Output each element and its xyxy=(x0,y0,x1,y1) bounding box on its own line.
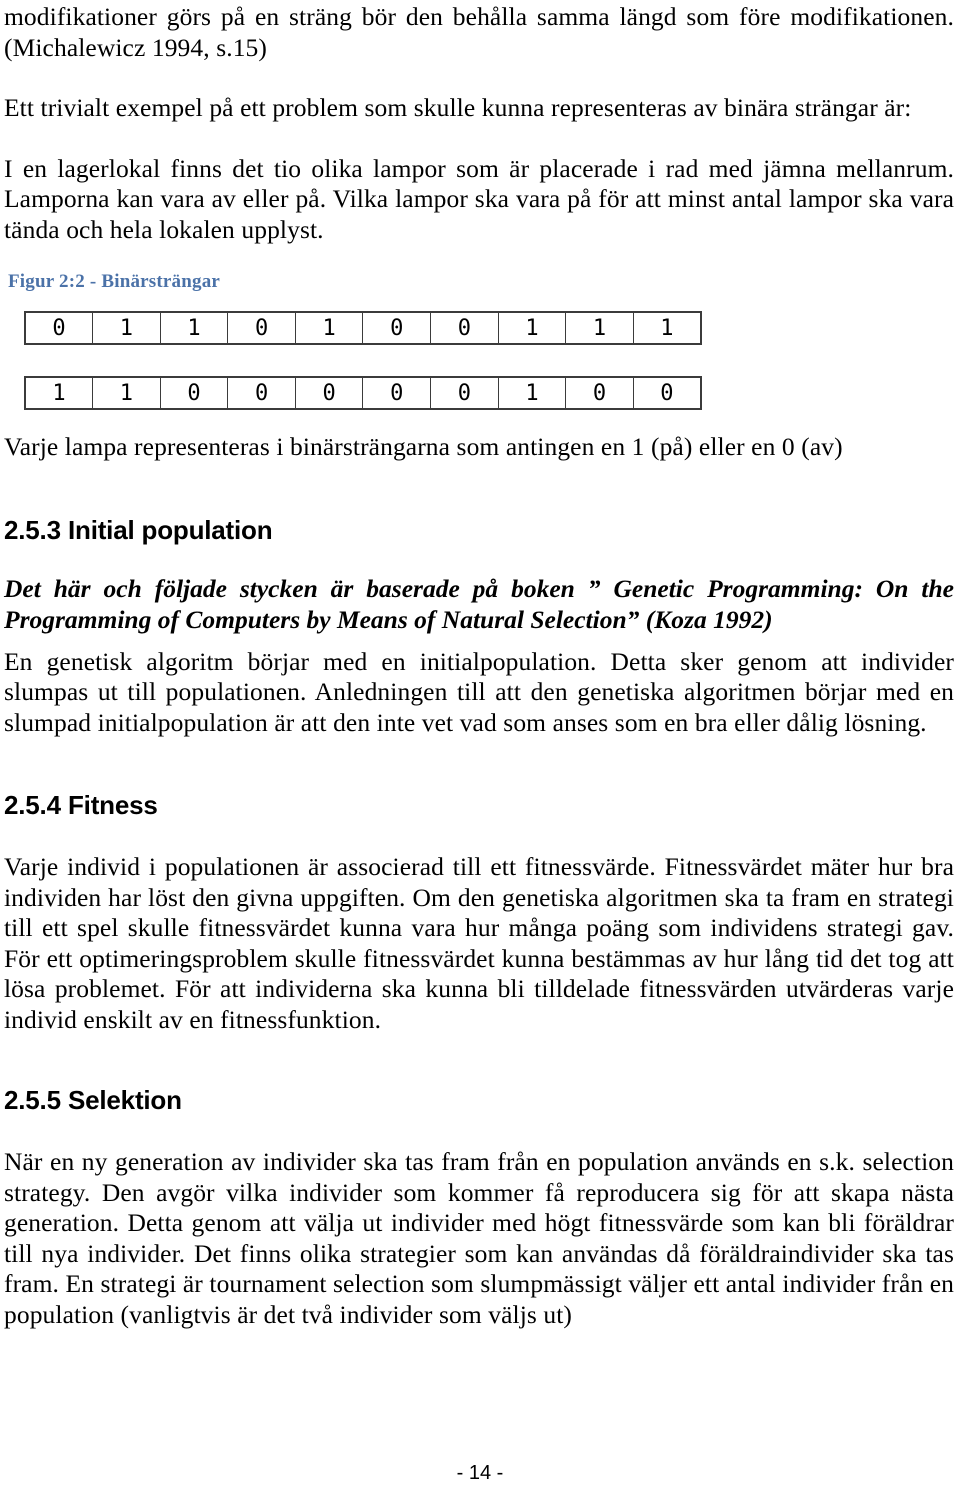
bit-cell: 1 xyxy=(497,311,567,345)
intro-block: modifikationer görs på en sträng bör den… xyxy=(4,0,954,245)
figure-binary-strings: Figur 2:2 - Binärsträngar 0 1 1 0 1 0 0 … xyxy=(4,271,954,463)
binary-string-table-row1: 0 1 1 0 1 0 0 1 1 1 xyxy=(24,311,702,345)
heading-number: 2.5.3 xyxy=(4,514,61,545)
bit-cell: 0 xyxy=(565,376,634,410)
bit-cell: 1 xyxy=(159,311,229,345)
page-footer: - 14 - xyxy=(0,1462,960,1485)
section-initial-population: 2.5.3 Initial population Det här och följ… xyxy=(4,515,954,739)
heading-title: Initial population xyxy=(68,514,273,545)
heading-title: Fitness xyxy=(68,790,158,820)
paragraph-selektion: När en ny generation av individer ska ta… xyxy=(4,1147,954,1329)
binary-string-table-row2: 1 1 0 0 0 0 0 1 0 0 xyxy=(24,376,702,410)
bit-cell: 0 xyxy=(362,376,432,410)
heading-title: Selektion xyxy=(68,1085,182,1115)
section-fitness: 2.5.4 Fitness Varje individ i populatione… xyxy=(4,790,954,1035)
heading-2-5-4: 2.5.4 Fitness xyxy=(4,790,954,820)
paragraph-quote-koza: Det här och följade stycken är baserade … xyxy=(4,573,954,634)
bit-cell: 1 xyxy=(24,376,94,410)
bit-cell: 0 xyxy=(362,311,432,345)
bit-cell: 1 xyxy=(565,311,634,345)
bit-cell: 0 xyxy=(430,311,499,345)
bit-cell: 1 xyxy=(92,311,161,345)
document-page: modifikationer görs på en sträng bör den… xyxy=(0,0,960,1507)
bit-cell: 1 xyxy=(632,311,702,345)
bit-cell: 1 xyxy=(294,311,364,345)
bit-cell: 0 xyxy=(294,376,364,410)
paragraph-intro-3: I en lagerlokal finns det tio olika lamp… xyxy=(4,153,954,244)
heading-2-5-3: 2.5.3 Initial population xyxy=(4,515,954,545)
bit-cell: 0 xyxy=(632,376,702,410)
bit-cell: 1 xyxy=(92,376,161,410)
heading-number: 2.5.4 xyxy=(4,790,61,820)
bit-cell: 0 xyxy=(227,311,296,345)
paragraph-intro-2: Ett trivialt exempel på ett problem som … xyxy=(4,93,912,122)
bit-cell: 0 xyxy=(159,376,229,410)
section-selektion: 2.5.5 Selektion När en ny generation av i… xyxy=(4,1085,954,1330)
bit-cell: 0 xyxy=(24,311,94,345)
page-number: - 14 - xyxy=(456,1462,504,1484)
table-row: 0 1 1 0 1 0 0 1 1 1 xyxy=(24,311,702,345)
paragraph-fitness: Varje individ i populationen är associer… xyxy=(4,852,954,1034)
paragraph-intro-1: modifikationer görs på en sträng bör den… xyxy=(4,2,954,62)
heading-2-5-5: 2.5.5 Selektion xyxy=(4,1085,954,1115)
table-row: 1 1 0 0 0 0 0 1 0 0 xyxy=(24,376,702,410)
figure-description: Varje lampa representeras i binärstränga… xyxy=(4,432,843,461)
bit-cell: 1 xyxy=(497,376,567,410)
bit-cell: 0 xyxy=(227,376,296,410)
bit-cell: 0 xyxy=(430,376,499,410)
heading-number: 2.5.5 xyxy=(4,1085,61,1115)
figure-caption: Figur 2:2 - Binärsträngar xyxy=(8,271,221,292)
paragraph-initial-population: En genetisk algoritm börjar med en initi… xyxy=(4,646,954,737)
